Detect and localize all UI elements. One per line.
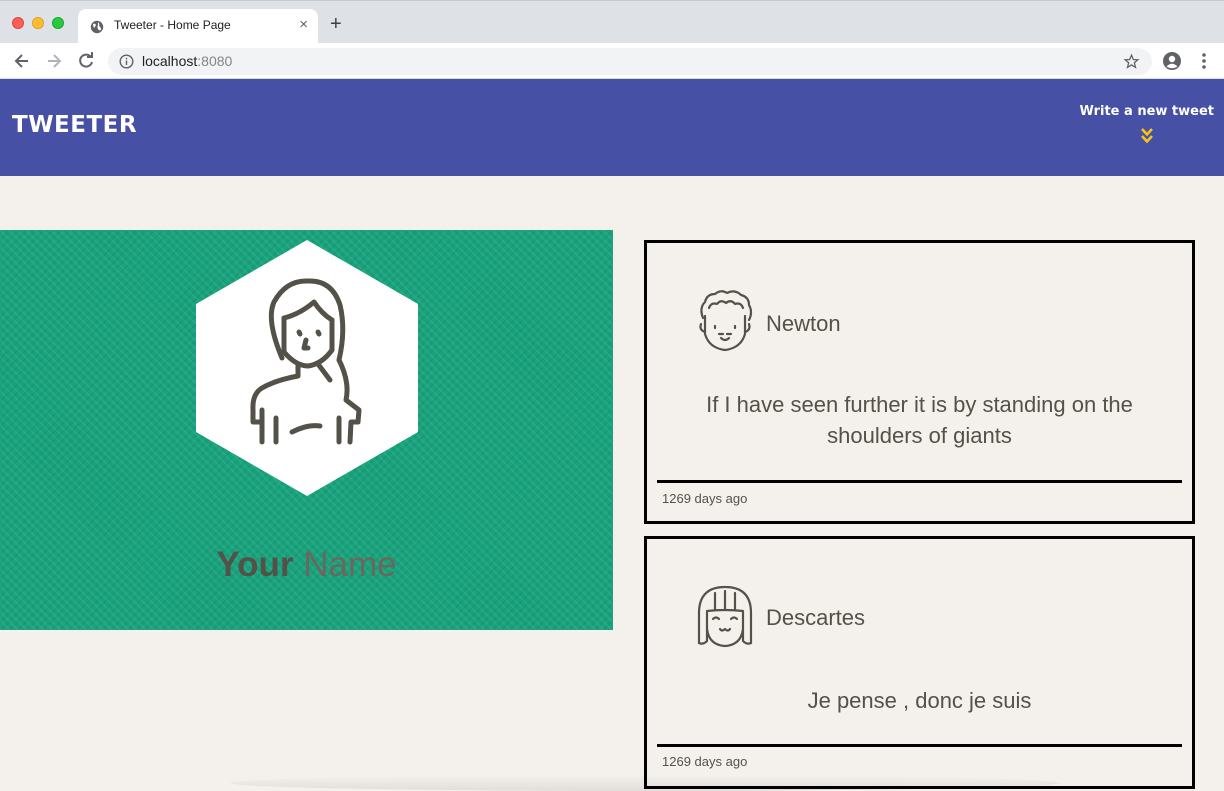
app-nav-bar: TWEETER Write a new tweet [0,79,1224,176]
tweet-divider [657,480,1182,483]
tweet-text: Je pense , donc je suis [807,688,1032,713]
curly-hair-man-avatar-icon [699,290,753,352]
globe-icon [90,20,104,34]
back-arrow-icon[interactable] [12,51,32,71]
browser-tab[interactable]: Tweeter - Home Page × [78,9,318,44]
maximize-window-button[interactable] [52,17,64,29]
tweet-card: Descartes Je pense , donc je suis 1269 d… [644,536,1195,789]
minimize-window-button[interactable] [32,17,44,29]
more-menu-icon[interactable] [1196,51,1212,71]
tweet-timestamp: 1269 days ago [662,754,748,769]
tweet-card: Newton If I have seen further it is by s… [644,240,1195,524]
url-host: localhost [142,53,198,69]
tab-title: Tweeter - Home Page [114,18,231,32]
reload-icon[interactable] [76,51,96,71]
tweet-text: If I have seen further it is by standing… [706,392,1133,448]
app-logo[interactable]: TWEETER [12,112,137,138]
profile-card: Your Name [0,230,613,630]
profile-name: Your Name [0,545,613,585]
url-port: :8080 [197,53,233,69]
tweet-author[interactable]: Newton [766,311,841,337]
tweet-author[interactable]: Descartes [766,605,865,631]
write-tweet-toggle[interactable]: Write a new tweet [1079,104,1214,145]
profile-first-name: Your [216,545,294,584]
account-icon[interactable] [1162,51,1182,71]
tweet-divider [657,744,1182,747]
close-tab-icon[interactable]: × [299,16,308,34]
page-bottom-shadow [230,775,1060,791]
browser-toolbar: localhost:8080 [0,43,1224,79]
bookmark-star-icon[interactable] [1123,53,1140,70]
browser-tab-bar: Tweeter - Home Page × + [0,0,1224,44]
forward-arrow-icon[interactable] [44,51,64,71]
bob-hair-avatar-icon [697,585,753,648]
tweet-timestamp: 1269 days ago [662,491,748,506]
write-tweet-label[interactable]: Write a new tweet [1079,104,1214,119]
site-info-icon[interactable] [119,54,134,69]
profile-avatar [196,240,418,496]
address-bar[interactable]: localhost:8080 [108,48,1152,75]
url-text: localhost:8080 [142,53,232,69]
close-window-button[interactable] [12,17,24,29]
double-chevron-down-icon[interactable] [1140,127,1154,145]
profile-last-name: Name [293,545,397,584]
new-tab-button[interactable]: + [330,14,342,34]
